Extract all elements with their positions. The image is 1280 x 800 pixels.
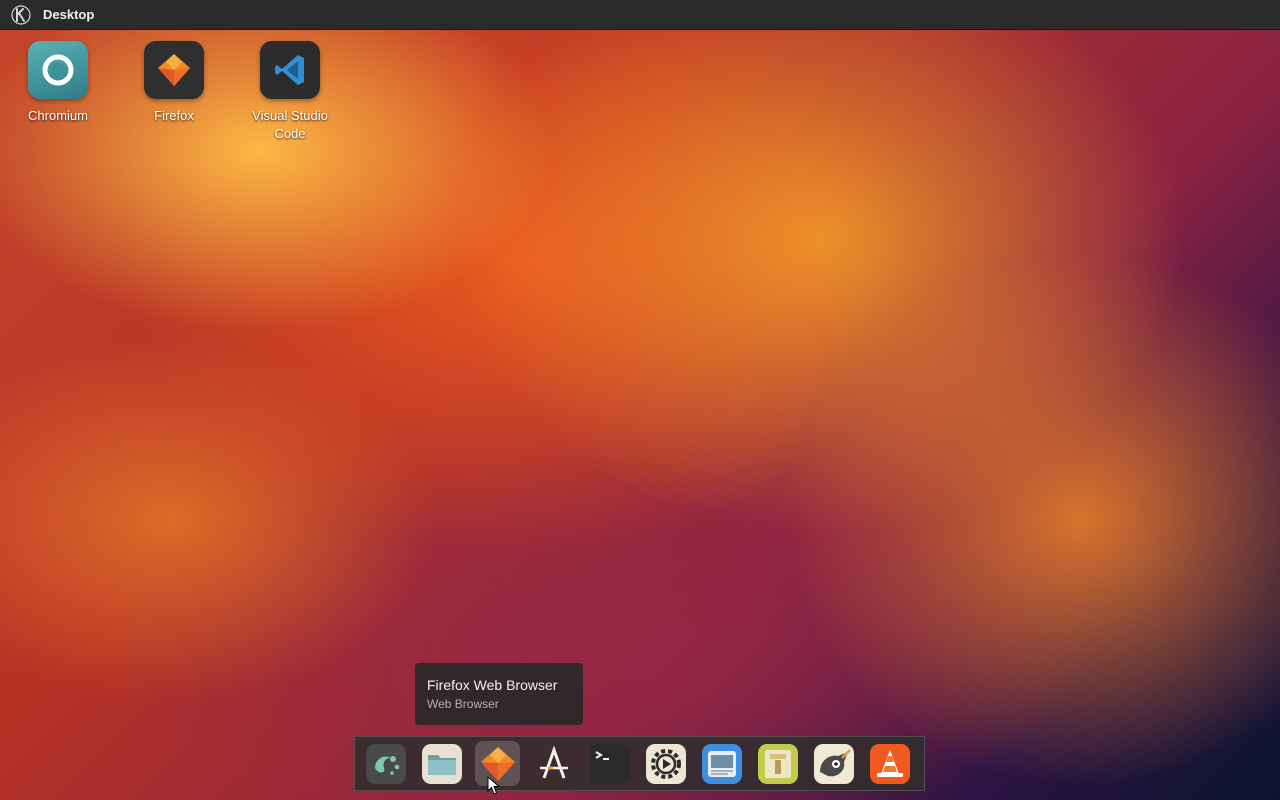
dock-tooltip: Firefox Web Browser Web Browser [415, 663, 583, 725]
terminal-icon [589, 743, 630, 784]
tooltip-title: Firefox Web Browser [427, 677, 558, 693]
dock [354, 736, 925, 791]
dock-item-text-editor[interactable] [531, 741, 576, 786]
desktop-icon-label: Visual Studio Code [252, 108, 328, 141]
panel-title: Desktop [43, 7, 95, 22]
gimp-icon [813, 743, 854, 784]
dock-item-archive-manager[interactable] [755, 741, 800, 786]
dock-item-terminal[interactable] [587, 741, 632, 786]
vlc-icon [869, 743, 910, 784]
archive-icon [757, 743, 798, 784]
desktop-icon-label: Firefox [154, 108, 194, 123]
image-viewer-icon [701, 743, 742, 784]
dock-item-launcher[interactable] [363, 741, 408, 786]
mouse-cursor-icon [487, 776, 501, 795]
dock-item-image-viewer[interactable] [699, 741, 744, 786]
app-launcher-icon [365, 743, 406, 784]
tooltip-subtitle: Web Browser [427, 697, 499, 711]
file-manager-icon [421, 743, 462, 784]
vscode-icon [260, 41, 320, 99]
dock-item-gimp[interactable] [811, 741, 856, 786]
desktop-icon-firefox[interactable]: Firefox [124, 41, 224, 125]
dock-item-files[interactable] [419, 741, 464, 786]
desktop-icon-label: Chromium [28, 108, 88, 123]
desktop-icon-vscode[interactable]: Visual Studio Code [240, 41, 340, 143]
dock-item-settings[interactable] [643, 741, 688, 786]
dock-item-vlc[interactable] [867, 741, 912, 786]
text-editor-icon [539, 745, 568, 779]
settings-gear-icon [645, 743, 686, 784]
desktop-icon-chromium[interactable]: Chromium [8, 41, 108, 125]
kde-logo-icon[interactable] [11, 4, 31, 25]
firefox-icon [144, 41, 204, 99]
top-panel: Desktop [0, 0, 1280, 30]
chromium-icon [28, 41, 88, 99]
